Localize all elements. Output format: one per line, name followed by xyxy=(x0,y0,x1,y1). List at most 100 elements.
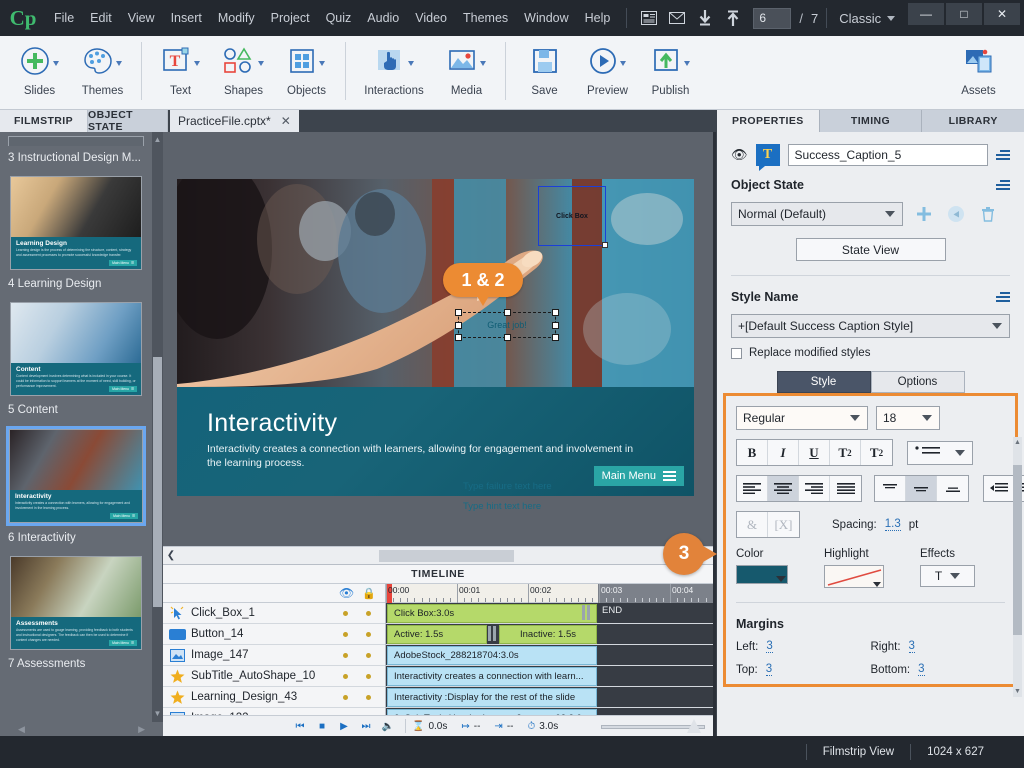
filmstrip-hscroll[interactable]: ◀ ▶ xyxy=(0,722,163,736)
resize-handle-e[interactable] xyxy=(552,322,559,329)
scroll-up-icon[interactable]: ▲ xyxy=(153,134,162,146)
font-size-select[interactable]: 18 xyxy=(876,406,940,430)
file-tab-practicefile[interactable]: PracticeFile.cptx* ✕ xyxy=(170,110,299,132)
timeline-clip[interactable]: Interactivity :Display for the rest of t… xyxy=(387,688,597,707)
chevron-down-icon[interactable] xyxy=(480,60,486,66)
hscroll-thumb[interactable] xyxy=(379,549,514,562)
menu-modify[interactable]: Modify xyxy=(210,7,263,29)
timeline-ruler[interactable]: 00:00 00:01 00:02 00:03 00:04 xyxy=(386,584,713,603)
underline-button[interactable]: U xyxy=(799,440,830,465)
visibility-toggle[interactable] xyxy=(343,631,348,637)
align-center-icon[interactable] xyxy=(768,476,799,501)
tool-themes[interactable]: Themes xyxy=(71,36,134,108)
lock-toggle[interactable] xyxy=(366,631,371,637)
scroll-down-icon[interactable]: ▼ xyxy=(153,708,162,720)
chevron-down-icon[interactable] xyxy=(684,60,690,66)
audio-icon[interactable]: 🔈 xyxy=(377,721,399,732)
lock-icon[interactable]: 🔒 xyxy=(362,587,376,600)
filmstrip-thumbnail-partial[interactable] xyxy=(8,136,144,146)
tab-object-state[interactable]: OBJECT STATE xyxy=(88,109,168,133)
object-state-menu-icon[interactable] xyxy=(996,180,1010,190)
close-button[interactable]: ✕ xyxy=(984,3,1020,25)
scroll-left-icon[interactable]: ◀ xyxy=(18,724,25,735)
margin-top-value[interactable]: 3 xyxy=(765,663,773,676)
menu-audio[interactable]: Audio xyxy=(359,7,407,29)
timeline-clip-inactive[interactable]: Inactive: 1.5s xyxy=(499,625,597,644)
filmstrip-slide-3[interactable]: Learning Design Learning design is the pr… xyxy=(8,174,144,272)
replace-styles-checkbox[interactable] xyxy=(731,347,742,359)
menu-video[interactable]: Video xyxy=(407,7,455,29)
delete-state-icon[interactable] xyxy=(977,203,999,225)
resize-handle-sw[interactable] xyxy=(455,334,462,341)
style-name-select[interactable]: +[Default Success Caption Style] xyxy=(731,314,1010,338)
subscript-button[interactable]: T2 xyxy=(861,440,892,465)
current-slide-input[interactable]: 6 xyxy=(753,7,792,29)
state-view-button[interactable]: State View xyxy=(795,238,946,261)
timeline-zoom-slider[interactable] xyxy=(601,719,705,733)
clear-formatting-icon[interactable]: [X] xyxy=(768,512,799,537)
upload-arrow-icon[interactable] xyxy=(722,7,744,29)
menu-insert[interactable]: Insert xyxy=(163,7,210,29)
chevron-down-icon[interactable] xyxy=(407,60,414,66)
timeline-track-row[interactable]: Interactivity :Display for the rest of t… xyxy=(386,687,713,708)
tool-objects[interactable]: Objects xyxy=(275,36,338,108)
pause-marker-icon[interactable] xyxy=(488,626,497,641)
resize-handle-ne[interactable] xyxy=(552,309,559,316)
lock-toggle[interactable] xyxy=(366,610,371,616)
success-caption-object[interactable]: Great job! xyxy=(455,309,559,341)
lock-toggle[interactable] xyxy=(366,652,371,658)
reset-state-icon[interactable] xyxy=(945,203,967,225)
menu-file[interactable]: File xyxy=(46,7,82,29)
tab-style[interactable]: Style xyxy=(776,371,871,393)
valign-top-icon[interactable] xyxy=(875,476,906,501)
chevron-down-icon[interactable] xyxy=(194,60,200,66)
insert-symbol-icon[interactable]: & xyxy=(737,512,768,537)
margin-left-value[interactable]: 3 xyxy=(766,640,773,653)
timeline-row[interactable]: Button_14 xyxy=(163,624,385,645)
filmstrip-slide-6[interactable]: Assessments Assessments are used to gauge… xyxy=(8,554,144,652)
skip-to-end-icon[interactable]: ⏭ xyxy=(355,721,377,732)
timeline-track-row[interactable]: AdobeStock_288218704:3.0s xyxy=(386,645,713,666)
margin-right-value[interactable]: 3 xyxy=(908,640,915,653)
timeline-row[interactable]: Image_147 xyxy=(163,645,385,666)
eye-icon[interactable]: 👁 xyxy=(731,147,748,163)
object-name-input[interactable]: Success_Caption_5 xyxy=(787,144,988,166)
timeline-clip[interactable]: Interactivity creates a connection with … xyxy=(387,667,597,686)
resize-handle-s[interactable] xyxy=(504,334,511,341)
scroll-up-icon[interactable]: ▲ xyxy=(1013,437,1022,448)
email-icon[interactable] xyxy=(666,7,688,29)
replace-styles-row[interactable]: Replace modified styles xyxy=(731,347,1010,359)
text-effects-select[interactable]: T xyxy=(920,565,975,587)
workspace-dropdown[interactable]: Classic xyxy=(839,11,896,26)
object-state-select[interactable]: Normal (Default) xyxy=(731,202,903,226)
properties-scroll-thumb[interactable] xyxy=(1013,465,1022,635)
timeline-clip[interactable]: Click Box:3.0s xyxy=(387,604,597,623)
close-icon[interactable]: ✕ xyxy=(281,114,291,128)
menu-themes[interactable]: Themes xyxy=(455,7,516,29)
visibility-toggle[interactable] xyxy=(343,610,348,616)
margin-bottom-value[interactable]: 3 xyxy=(918,663,925,676)
resize-handle-nw[interactable] xyxy=(455,309,462,316)
tool-preview[interactable]: Preview xyxy=(576,36,639,108)
view-mode-label[interactable]: Filmstrip View xyxy=(823,746,894,758)
stage-hscrollbar[interactable]: ❮ xyxy=(163,546,713,564)
filmstrip-slide-5[interactable]: Interactivity Interactivity creates a con… xyxy=(6,426,146,526)
play-icon[interactable]: ▶ xyxy=(333,721,355,732)
indent-decrease-icon[interactable] xyxy=(984,476,1015,501)
menu-edit[interactable]: Edit xyxy=(82,7,120,29)
filmstrip-panel[interactable]: 3 Instructional Design M... Learning Desi… xyxy=(0,132,163,736)
scroll-left-icon[interactable]: ❮ xyxy=(163,550,179,561)
tool-publish[interactable]: Publish xyxy=(639,36,702,108)
eye-icon[interactable]: 👁 xyxy=(339,586,354,600)
timeline-track-row[interactable]: Interactivity creates a connection with … xyxy=(386,666,713,687)
slide-canvas[interactable]: Interactivity Interactivity creates a co… xyxy=(177,179,694,496)
main-menu-button[interactable]: Main Menu xyxy=(593,466,684,486)
visibility-toggle[interactable] xyxy=(343,652,348,658)
timeline-row[interactable]: Click_Box_1 xyxy=(163,603,385,624)
resize-handle-n[interactable] xyxy=(504,309,511,316)
filmstrip-scrollbar[interactable]: ▲ ▼ xyxy=(152,132,163,736)
skip-to-start-icon[interactable]: ⏮ xyxy=(289,721,311,732)
pause-marker-icon[interactable] xyxy=(582,605,591,620)
font-weight-select[interactable]: Regular xyxy=(736,406,868,430)
slide-stage[interactable]: Interactivity Interactivity creates a co… xyxy=(163,132,713,553)
